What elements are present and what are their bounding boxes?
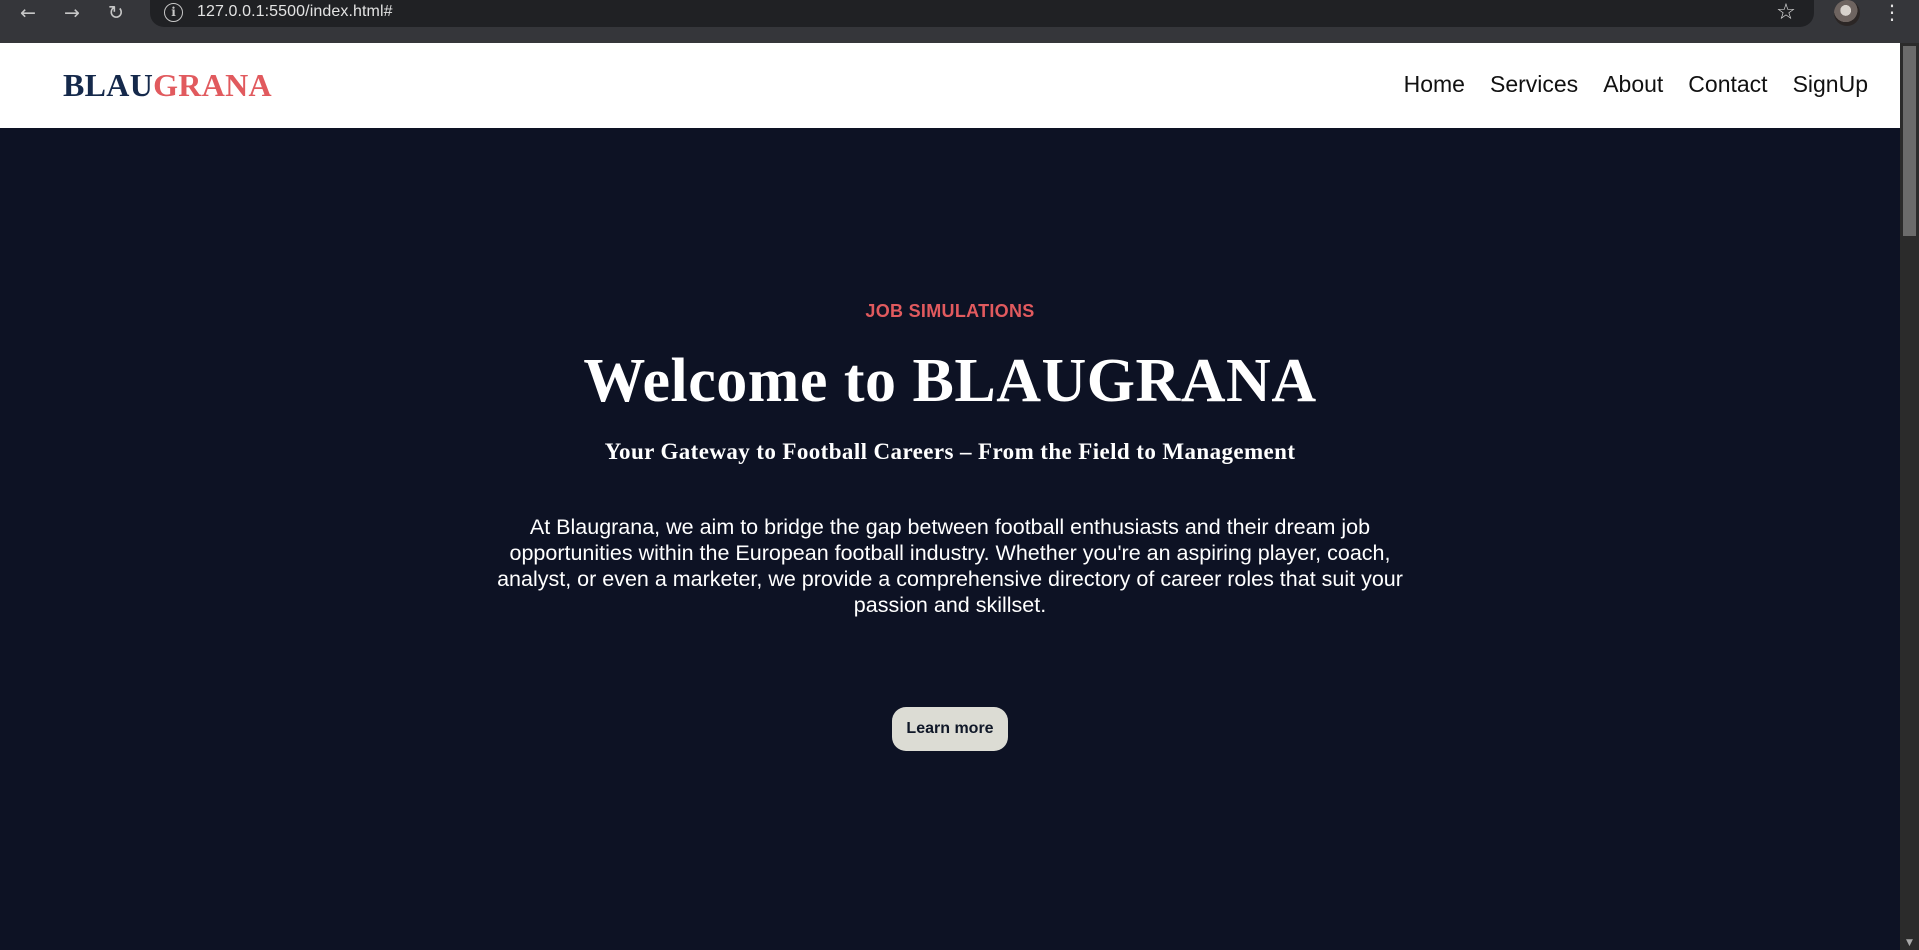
nav-services[interactable]: Services	[1490, 71, 1578, 98]
main-nav: Home Services About Contact SignUp	[1404, 71, 1868, 98]
page-scrollbar[interactable]: ▲ ▼	[1900, 43, 1919, 950]
logo-part-blau: BLAU	[63, 67, 154, 103]
nav-home[interactable]: Home	[1404, 71, 1465, 98]
address-bar[interactable]: i 127.0.0.1:5500/index.html#	[150, 0, 1814, 27]
nav-signup[interactable]: SignUp	[1793, 71, 1868, 98]
hero-section: JOB SIMULATIONS Welcome to BLAUGRANA You…	[0, 128, 1900, 950]
profile-avatar[interactable]	[1834, 0, 1860, 26]
back-arrow-icon[interactable]: ←	[6, 0, 50, 26]
reload-icon[interactable]: ↻	[94, 0, 138, 26]
scroll-down-arrow-icon[interactable]: ▼	[1900, 936, 1919, 950]
url-text[interactable]: 127.0.0.1:5500/index.html#	[197, 3, 393, 21]
hero-eyebrow: JOB SIMULATIONS	[865, 301, 1035, 321]
forward-arrow-icon[interactable]: →	[50, 0, 94, 26]
site-info-icon[interactable]: i	[164, 3, 183, 22]
bookmark-star-icon[interactable]: ☆	[1773, 0, 1799, 26]
hero-title: Welcome to BLAUGRANA	[583, 347, 1317, 415]
nav-about[interactable]: About	[1603, 71, 1663, 98]
hero-subtitle: Your Gateway to Football Careers – From …	[604, 439, 1296, 464]
logo-part-grana: GRANA	[153, 67, 272, 103]
hero-description: At Blaugrana, we aim to bridge the gap b…	[497, 515, 1403, 617]
browser-menu-icon[interactable]: ⋮	[1880, 0, 1904, 26]
site-header: BLAUGRANA Home Services About Contact Si…	[0, 43, 1900, 128]
site-logo[interactable]: BLAUGRANA	[63, 67, 272, 104]
scrollbar-thumb[interactable]	[1903, 46, 1916, 236]
browser-toolbar: ← → ↻ i 127.0.0.1:5500/index.html# ☆ ⋮	[0, 0, 1919, 43]
learn-more-button[interactable]: Learn more	[892, 707, 1008, 751]
nav-contact[interactable]: Contact	[1688, 71, 1767, 98]
